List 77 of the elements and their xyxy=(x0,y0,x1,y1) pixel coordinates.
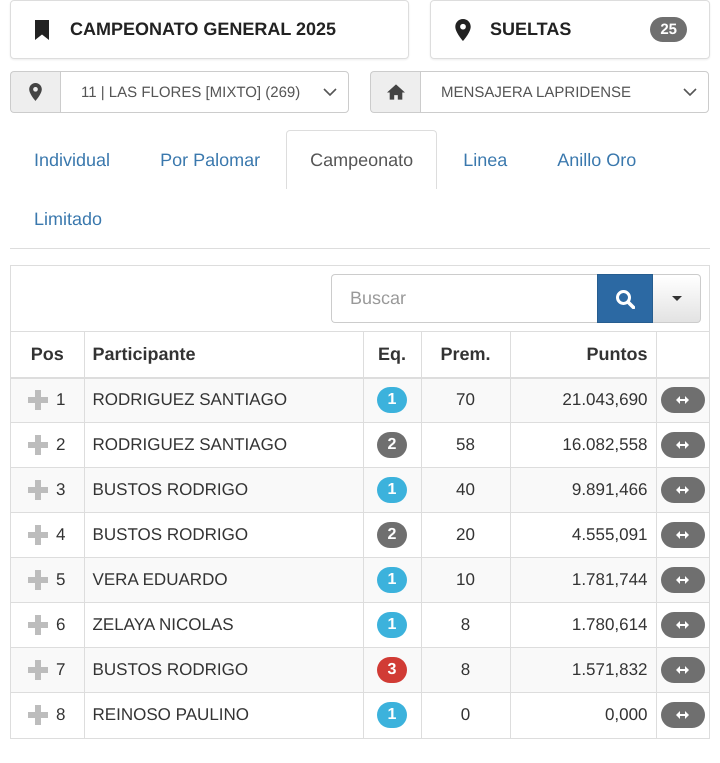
table-cell: 8 xyxy=(421,602,510,648)
map-pin-icon xyxy=(455,18,471,40)
team-badge: 1 xyxy=(377,612,407,638)
chevron-down-icon xyxy=(683,88,697,96)
club-select[interactable]: MENSAJERA LAPRIDENSE xyxy=(420,71,709,113)
search-field[interactable]: Buscar xyxy=(331,274,597,323)
table-cell: 0 xyxy=(421,692,510,738)
tab[interactable]: Individual xyxy=(10,130,134,189)
tab[interactable]: Anillo Oro xyxy=(533,130,660,189)
double-arrow-icon xyxy=(676,621,690,629)
table-cell: 10 xyxy=(421,558,510,602)
expand-button[interactable] xyxy=(660,702,705,728)
position-number: 6 xyxy=(56,615,66,635)
table-cell: 1.781,744 xyxy=(510,558,656,602)
double-arrow-icon xyxy=(676,711,690,720)
home-icon xyxy=(386,84,404,100)
table-cell: ZELAYA NICOLAS xyxy=(84,602,363,648)
table-cell: 58 xyxy=(421,422,510,468)
table-cell: RODRIGUEZ SANTIAGO xyxy=(84,378,363,422)
expand-button[interactable] xyxy=(660,567,705,593)
competition-title: CAMPEONATO GENERAL 2025 xyxy=(70,19,338,40)
position-number: 7 xyxy=(56,660,66,680)
tab[interactable]: Limitado xyxy=(10,189,126,248)
tab[interactable]: Por Palomar xyxy=(136,130,284,189)
position-number: 5 xyxy=(56,570,66,590)
expand-button[interactable] xyxy=(660,522,705,548)
position-number: 4 xyxy=(56,525,66,545)
table-cell: RODRIGUEZ SANTIAGO xyxy=(84,422,363,468)
search-button[interactable] xyxy=(597,274,653,323)
double-arrow-icon xyxy=(676,441,690,449)
caret-down-icon xyxy=(672,296,682,301)
double-arrow-icon xyxy=(676,396,690,404)
team-badge: 1 xyxy=(377,387,407,414)
search-icon xyxy=(615,288,635,308)
expand-button[interactable] xyxy=(660,612,705,638)
team-badge: 1 xyxy=(377,702,407,728)
expand-button[interactable] xyxy=(660,657,705,683)
release-title: SUELTAS xyxy=(490,19,572,40)
double-arrow-icon xyxy=(676,666,690,674)
location-select[interactable]: 11 | LAS FLORES [MIXTO] (269) xyxy=(60,71,349,113)
table-cell: VERA EDUARDO xyxy=(84,558,363,602)
chevron-down-icon xyxy=(323,88,337,96)
table-cell: BUSTOS RODRIGO xyxy=(84,512,363,558)
double-arrow-icon xyxy=(676,576,690,584)
table-cell: 9.891,466 xyxy=(510,468,656,512)
position-number: 2 xyxy=(56,435,66,455)
expand-button[interactable] xyxy=(660,432,705,458)
table-cell: 4.555,091 xyxy=(510,512,656,558)
map-pin-icon xyxy=(29,83,42,101)
table-cell: 0,000 xyxy=(510,692,656,738)
table-cell: 8 xyxy=(421,648,510,692)
double-arrow-icon xyxy=(676,486,690,494)
position-number: 8 xyxy=(56,705,66,726)
table-cell: 20 xyxy=(421,512,510,558)
table-cell: 70 xyxy=(421,378,510,422)
team-badge: 2 xyxy=(377,432,407,458)
table-cell: REINOSO PAULINO xyxy=(84,692,363,738)
table-cell: BUSTOS RODRIGO xyxy=(84,468,363,512)
bookmark-icon xyxy=(35,20,49,40)
table-cell: 40 xyxy=(421,468,510,512)
table-cell: 21.043,690 xyxy=(510,378,656,422)
table-cell: 1.780,614 xyxy=(510,602,656,648)
table-cell: 16.082,558 xyxy=(510,422,656,468)
double-arrow-icon xyxy=(676,531,690,539)
team-badge: 2 xyxy=(377,522,407,548)
table-cell: BUSTOS RODRIGO xyxy=(84,648,363,692)
position-number: 3 xyxy=(56,480,66,500)
team-badge: 1 xyxy=(377,477,407,503)
expand-button[interactable] xyxy=(660,387,705,414)
tab[interactable]: Linea xyxy=(439,130,532,189)
tab[interactable]: Campeonato xyxy=(286,130,438,189)
team-badge: 1 xyxy=(377,567,407,593)
expand-button[interactable] xyxy=(660,477,705,503)
team-badge: 3 xyxy=(377,657,407,683)
table-cell: 1.571,832 xyxy=(510,648,656,692)
position-number: 1 xyxy=(56,390,66,410)
count-badge: 25 xyxy=(650,17,687,42)
